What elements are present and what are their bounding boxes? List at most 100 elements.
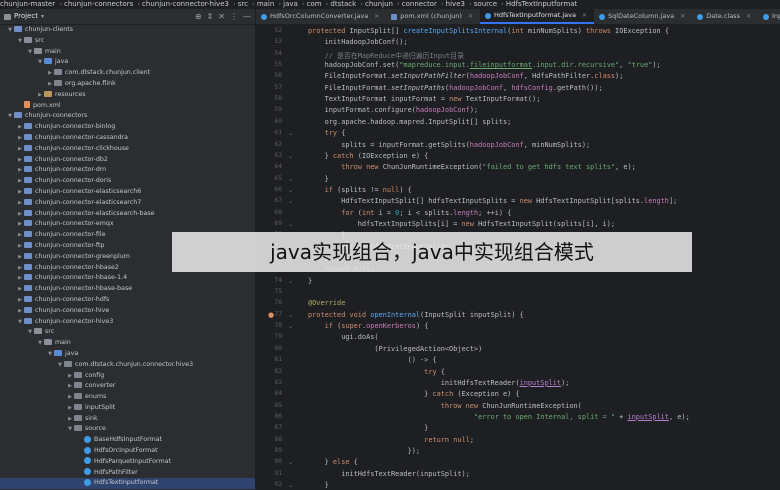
tree-item[interactable]: ▶ inputSplit — [0, 403, 255, 414]
tree-item[interactable]: ▶ converter — [0, 381, 255, 392]
tree-item[interactable]: ▶ chunjun-connector-cassandra — [0, 133, 255, 144]
expand-arrow-icon[interactable]: ▶ — [16, 155, 24, 166]
tree-item[interactable]: HdfsOrcInputFormat — [0, 446, 255, 457]
tree-item[interactable]: BaseHdfsInputFormat — [0, 435, 255, 446]
editor-tab[interactable]: pom.xml (chunjun) ✕ — [386, 9, 480, 24]
tree-item[interactable]: ▶ resources — [0, 90, 255, 101]
tree-item[interactable]: HdfsTextInputformat — [0, 478, 255, 490]
expand-arrow-icon[interactable]: ▼ — [6, 25, 14, 36]
fold-icon[interactable]: ⌄ — [288, 198, 293, 205]
close-icon[interactable]: ✕ — [468, 9, 473, 24]
tree-item[interactable]: ▶ chunjun-connector-clickhouse — [0, 144, 255, 155]
code-line[interactable]: if (super.openKerberos) { — [308, 322, 429, 330]
expand-arrow-icon[interactable]: ▶ — [66, 403, 74, 414]
tree-item[interactable]: ▼ com.dtstack.chunjun.connector.hive3 — [0, 360, 255, 371]
expand-arrow-icon[interactable]: ▶ — [16, 306, 24, 317]
breadcrumb-item[interactable]: HdfsTextInputformat — [506, 0, 577, 8]
minimize-icon[interactable]: — — [243, 9, 251, 24]
code-line[interactable]: if (splits != null) { — [308, 186, 412, 194]
tree-item[interactable]: ▼ chunjun-clients — [0, 25, 255, 36]
expand-arrow-icon[interactable]: ▶ — [16, 144, 24, 155]
close-icon[interactable]: ✕ — [218, 9, 225, 24]
code-line[interactable]: protected void openInternal(InputSplit i… — [308, 311, 524, 319]
expand-arrow-icon[interactable]: ▶ — [16, 209, 24, 220]
breadcrumb-item[interactable]: source — [474, 0, 497, 8]
code-line[interactable]: // 是否在MapReduce中递归遍历Input目录 — [308, 50, 464, 60]
breadcrumb-item[interactable]: src — [238, 0, 248, 8]
tree-item[interactable]: ▼ java — [0, 349, 255, 360]
fold-icon[interactable]: ⌄ — [288, 459, 293, 466]
tree-item[interactable]: ▼ src — [0, 36, 255, 47]
override-marker-icon[interactable]: ● — [268, 311, 274, 319]
breadcrumb-item[interactable]: chunjun — [365, 0, 393, 8]
tree-item[interactable]: ▶ chunjun-connector-hbase-1.4 — [0, 273, 255, 284]
code-line[interactable]: throw new ChunJunRuntimeException( — [308, 402, 582, 410]
editor-tab[interactable]: Date.class ✕ — [692, 9, 758, 24]
tree-item[interactable]: HdfsParquetInputFormat — [0, 457, 255, 468]
code-line[interactable]: }); — [308, 447, 420, 455]
locate-icon[interactable]: ⊕ — [195, 9, 202, 24]
code-line[interactable]: "error to open Internal, split = " + inp… — [308, 413, 690, 421]
expand-arrow-icon[interactable]: ▶ — [16, 230, 24, 241]
code-line[interactable]: protected InputSplit[] createInputSplits… — [308, 27, 669, 35]
expand-arrow-icon[interactable]: ▶ — [16, 122, 24, 133]
code-line[interactable]: () -> { — [308, 356, 437, 364]
tree-item[interactable]: ▼ main — [0, 338, 255, 349]
fold-icon[interactable]: ⌄ — [288, 323, 293, 330]
chevron-down-icon[interactable]: ▾ — [41, 9, 44, 24]
breadcrumb-item[interactable]: chunjun-master — [0, 0, 55, 8]
tree-item[interactable]: ▶ chunjun-connector-elasticsearch-base — [0, 209, 255, 220]
expand-arrow-icon[interactable]: ▼ — [36, 57, 44, 68]
tree-item[interactable]: ▶ sink — [0, 414, 255, 425]
code-line[interactable]: } catch (Exception e) { — [308, 390, 519, 398]
tree-item[interactable]: ▼ source — [0, 424, 255, 435]
expand-arrow-icon[interactable]: ▶ — [36, 90, 44, 101]
expand-arrow-icon[interactable]: ▶ — [16, 241, 24, 252]
code-line[interactable]: hadoopJobConf.set("mapreduce.input.filei… — [308, 61, 661, 69]
fold-icon[interactable]: ⌄ — [288, 278, 293, 285]
expand-arrow-icon[interactable]: ▼ — [46, 349, 54, 360]
editor-tab[interactable]: HdfsOrcColumnConverter.java ✕ — [256, 9, 386, 24]
options-icon[interactable]: ⋮ — [230, 9, 238, 24]
tree-item[interactable]: HdfsPathFilter — [0, 468, 255, 479]
expand-arrow-icon[interactable]: ▶ — [16, 284, 24, 295]
close-icon[interactable]: ✕ — [746, 9, 751, 24]
code-line[interactable]: hdfsTextInputSplits[i] = new HdfsTextInp… — [308, 220, 615, 228]
code-line[interactable]: inputFormat.configure(hadoopJobConf); — [308, 106, 479, 114]
tree-item[interactable]: ▼ main — [0, 47, 255, 58]
expand-arrow-icon[interactable]: ▼ — [56, 360, 64, 371]
code-line[interactable]: initHadoopJobConf(); — [308, 38, 408, 46]
breadcrumb-item[interactable]: connector — [402, 0, 437, 8]
code-line[interactable]: FileInputFormat.setInputPathFilter(hadoo… — [308, 72, 624, 80]
fold-icon[interactable]: ⌄ — [288, 312, 293, 319]
expand-arrow-icon[interactable]: ▶ — [46, 79, 54, 90]
fold-icon[interactable]: ⌄ — [288, 221, 293, 228]
code-line[interactable]: splits = inputFormat.getSplits(hadoopJob… — [308, 141, 590, 149]
expand-arrow-icon[interactable]: ▶ — [16, 263, 24, 274]
editor-tab[interactable]: HdfsTextInputformat.java ✕ — [479, 9, 595, 24]
tree-item[interactable]: ▶ config — [0, 371, 255, 382]
tree-item[interactable]: pom.xml — [0, 101, 255, 112]
tree-item[interactable]: ▼ java — [0, 57, 255, 68]
tree-item[interactable]: ▼ chunjun-connector-hive3 — [0, 317, 255, 328]
code-line[interactable]: for (int i = 0; i < splits.length; ++i) … — [308, 209, 511, 217]
expand-arrow-icon[interactable]: ▼ — [26, 47, 34, 58]
code-line[interactable]: try { — [308, 129, 346, 137]
tree-item[interactable]: ▶ chunjun-connector-doris — [0, 176, 255, 187]
code-line[interactable]: (PrivilegedAction<Object>) — [308, 345, 482, 353]
tree-item[interactable]: ▶ chunjun-connector-emqx — [0, 219, 255, 230]
expand-arrow-icon[interactable]: ▼ — [26, 327, 34, 338]
fold-icon[interactable]: ⌄ — [288, 130, 293, 137]
expand-arrow-icon[interactable]: ▼ — [66, 424, 74, 435]
code-line[interactable]: org.apache.hadoop.mapred.InputSplit[] sp… — [308, 118, 512, 126]
tree-item[interactable]: ▶ chunjun-connector-hdfs — [0, 295, 255, 306]
breadcrumb-item[interactable]: chunjun-connector-hive3 — [142, 0, 229, 8]
expand-arrow-icon[interactable]: ▶ — [16, 165, 24, 176]
code-line[interactable]: TextInputFormat inputFormat = new TextIn… — [308, 95, 541, 103]
code-line[interactable]: } — [308, 481, 329, 489]
close-icon[interactable]: ✕ — [680, 9, 685, 24]
collapse-icon[interactable]: ⇕ — [207, 9, 214, 24]
expand-arrow-icon[interactable]: ▶ — [16, 273, 24, 284]
tree-item[interactable]: ▶ com.dtstack.chunjun.client — [0, 68, 255, 79]
tree-item[interactable]: ▼ chunjun-connectors — [0, 111, 255, 122]
